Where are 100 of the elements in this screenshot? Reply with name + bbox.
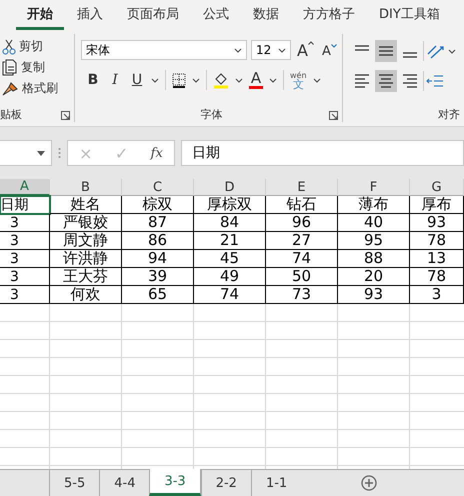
- table-cell: 周文静: [50, 232, 122, 250]
- table-cell: 78: [410, 232, 464, 250]
- caret-icon[interactable]: [234, 48, 242, 52]
- more-icon: [58, 147, 61, 159]
- column-header[interactable]: A: [0, 179, 50, 196]
- column-header[interactable]: F: [338, 179, 410, 196]
- table-cell: 薄布: [338, 196, 410, 214]
- scissors-icon: [2, 38, 16, 54]
- table-cell: 日期: [0, 196, 50, 214]
- dialog-launcher-icon[interactable]: [61, 111, 70, 120]
- table-cell: 87: [122, 214, 194, 232]
- align-right-icon: [403, 74, 417, 88]
- table-cell: 严银姣: [50, 214, 122, 232]
- table-cell: 3: [0, 286, 50, 304]
- sheet-tab[interactable]: 2-2: [200, 470, 251, 496]
- decrease-indent-icon[interactable]: [426, 74, 444, 88]
- font-size-field[interactable]: 12: [251, 40, 291, 60]
- align-button[interactable]: [375, 40, 397, 62]
- table-cell: 姓名: [50, 196, 122, 214]
- caret-icon[interactable]: [448, 48, 456, 54]
- table-cell: 40: [338, 214, 410, 232]
- grow-font-button[interactable]: A: [295, 40, 316, 60]
- ribbon-tab[interactable]: 方方格子: [292, 0, 366, 30]
- column-header[interactable]: C: [122, 179, 194, 196]
- ribbon-tab[interactable]: 数据: [242, 0, 290, 30]
- table-cell: 21: [194, 232, 266, 250]
- table-cell: 78: [410, 268, 464, 286]
- caret-icon[interactable]: [235, 78, 243, 82]
- table-cell: 73: [266, 286, 338, 304]
- cut-button[interactable]: 剪切: [0, 36, 74, 57]
- dialog-launcher-icon[interactable]: [329, 111, 338, 120]
- table-cell: 86: [122, 232, 194, 250]
- align-button[interactable]: [375, 70, 397, 92]
- caret-icon[interactable]: [312, 78, 321, 82]
- table-cell: 何欢: [50, 286, 122, 304]
- table-cell: 93: [338, 286, 410, 304]
- ribbon-tab[interactable]: 页面布局: [116, 0, 190, 30]
- table-cell: 84: [194, 214, 266, 232]
- brush-icon: [2, 80, 19, 96]
- sheet-tab[interactable]: 1-1: [250, 470, 302, 496]
- table-cell: 许洪静: [50, 250, 122, 268]
- formula-field[interactable]: 日期: [181, 140, 464, 166]
- align-bottom-icon: [403, 52, 417, 58]
- caret-icon[interactable]: [278, 48, 286, 52]
- align-center-icon: [379, 74, 393, 88]
- fill-color-icon[interactable]: [213, 72, 229, 88]
- table-cell: 厚棕双: [194, 196, 266, 214]
- caret-up-icon: [308, 40, 314, 44]
- align-top-icon: [355, 45, 369, 51]
- underline-button[interactable]: U: [129, 72, 145, 88]
- borders-icon[interactable]: [172, 72, 186, 88]
- table-cell: 13: [410, 250, 464, 268]
- phonetic-guide-button[interactable]: wén 文: [290, 71, 307, 89]
- align-middle-icon: [379, 46, 393, 56]
- italic-button[interactable]: I: [107, 72, 123, 88]
- table-cell: 3: [0, 214, 50, 232]
- table-cell: 王大芬: [50, 268, 122, 286]
- table-cell: 3: [0, 268, 50, 286]
- table-cell: 钻石: [266, 196, 338, 214]
- caret-down-icon: [330, 44, 337, 48]
- table-cell: 96: [266, 214, 338, 232]
- table-cell: 20: [338, 268, 410, 286]
- font-color-button[interactable]: A: [249, 71, 263, 89]
- caret-icon[interactable]: [151, 78, 159, 82]
- sheet-tab[interactable]: 5-5: [49, 470, 100, 496]
- table-cell: 88: [338, 250, 410, 268]
- group-label: 字体: [200, 107, 222, 122]
- insert-function-button[interactable]: fx: [150, 146, 163, 160]
- table-cell: 74: [266, 250, 338, 268]
- table-cell: 棕双: [122, 196, 194, 214]
- table-cell: 50: [266, 268, 338, 286]
- table-cell: 3: [0, 232, 50, 250]
- group-label: 对齐: [438, 107, 460, 122]
- caret-icon[interactable]: [269, 78, 277, 82]
- table-cell: 45: [194, 250, 266, 268]
- column-header[interactable]: E: [266, 179, 338, 196]
- table-cell: 93: [410, 214, 464, 232]
- table-cell: 3: [410, 286, 464, 304]
- ribbon-tab[interactable]: DIY工具箱: [368, 0, 451, 30]
- group-label: 贴板: [0, 107, 22, 122]
- copy-button[interactable]: 复制: [0, 57, 74, 78]
- table-cell: 27: [266, 232, 338, 250]
- caret-icon[interactable]: [37, 150, 45, 156]
- column-header[interactable]: B: [50, 179, 122, 196]
- table-cell: 94: [122, 250, 194, 268]
- column-header[interactable]: D: [194, 179, 266, 196]
- painter-button[interactable]: 格式刷: [0, 78, 74, 99]
- table-cell: 95: [338, 232, 410, 250]
- bold-button[interactable]: B: [85, 72, 101, 88]
- column-header[interactable]: G: [410, 179, 464, 196]
- caret-icon[interactable]: [192, 78, 200, 82]
- ribbon-tab[interactable]: 公式: [192, 0, 240, 30]
- align-left-icon: [355, 74, 369, 88]
- ribbon-tab[interactable]: 插入: [66, 0, 114, 30]
- sheet-tab[interactable]: 3-3: [149, 469, 201, 496]
- table-cell: 65: [122, 286, 194, 304]
- table-cell: 厚布: [410, 196, 464, 214]
- font-name-field[interactable]: 宋体: [81, 40, 247, 60]
- add-sheet-icon[interactable]: [361, 475, 378, 491]
- shrink-font-button[interactable]: A: [320, 44, 339, 58]
